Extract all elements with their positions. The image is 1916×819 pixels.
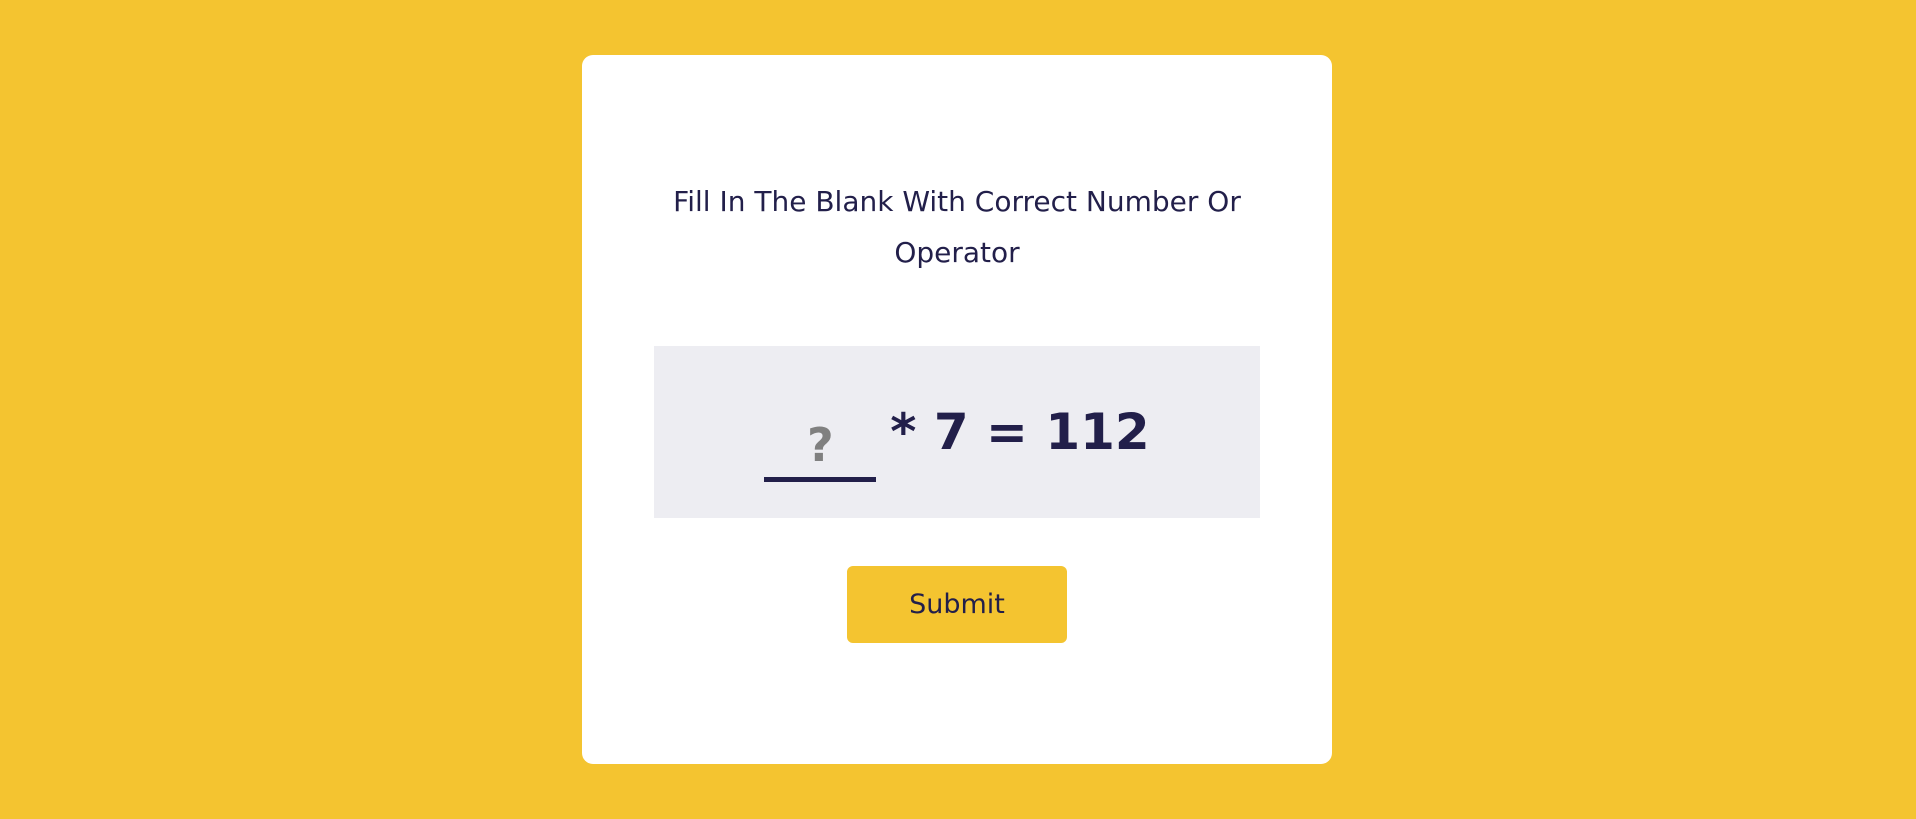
equation-box: * 7 = 112 xyxy=(654,346,1260,518)
submit-button[interactable]: Submit xyxy=(847,566,1067,643)
equation-expression: * 7 = 112 xyxy=(890,403,1150,461)
quiz-card: Fill In The Blank With Correct Number Or… xyxy=(582,55,1332,764)
instruction-text: Fill In The Blank With Correct Number Or… xyxy=(673,185,1241,269)
answer-input[interactable] xyxy=(764,412,877,482)
equation: * 7 = 112 xyxy=(654,346,1260,518)
